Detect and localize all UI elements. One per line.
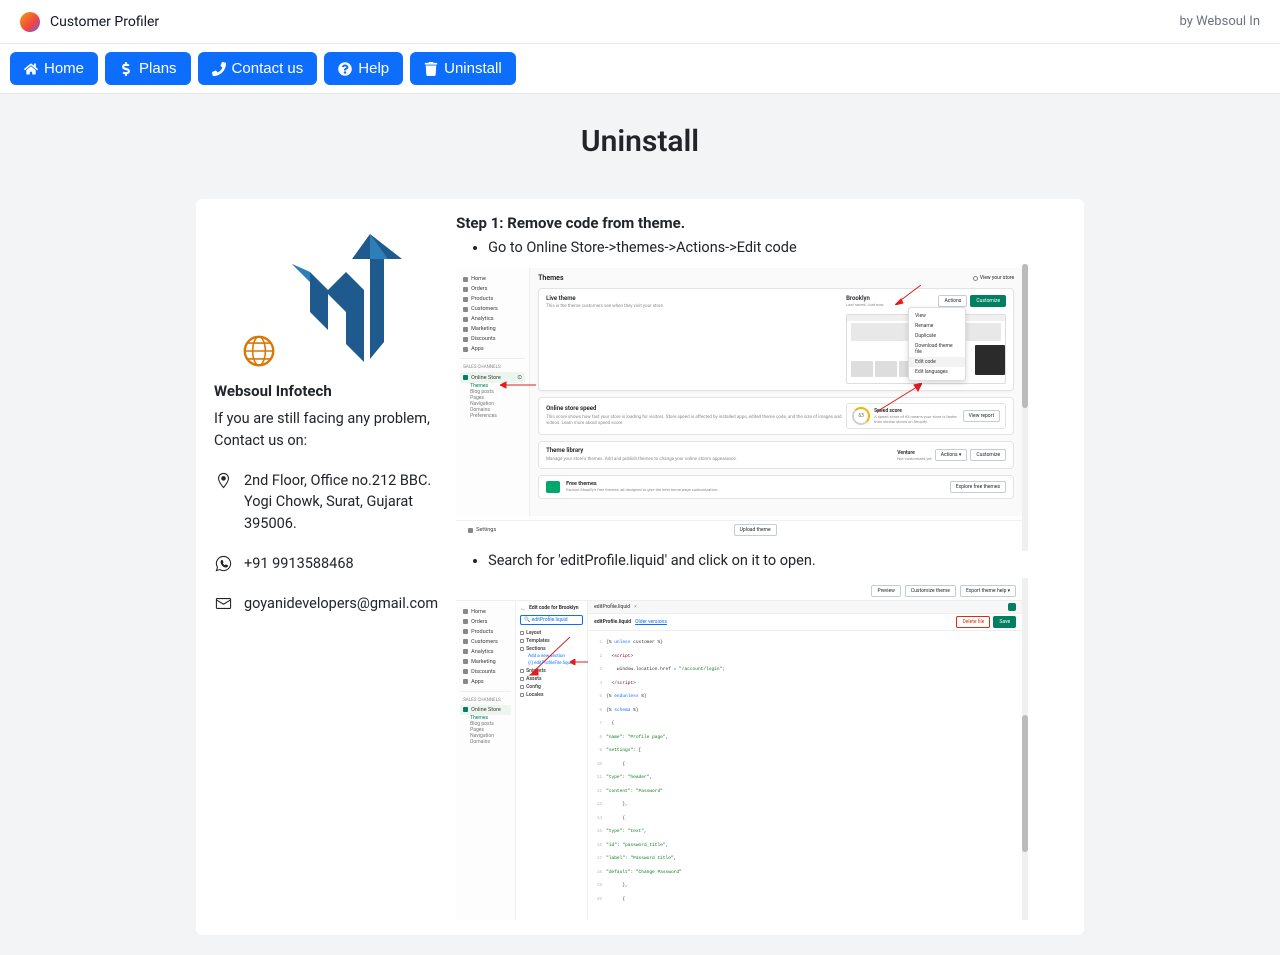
content-card: Websoul Infotech If you are still facing…	[196, 199, 1084, 935]
phone-icon	[212, 62, 226, 76]
nav-help-button[interactable]: Help	[324, 52, 403, 85]
nav-bar: Home Plans Contact us Help Uninstall	[0, 44, 1280, 94]
nav-home-button[interactable]: Home	[10, 52, 98, 85]
envelope-icon	[215, 595, 232, 612]
company-sidebar: Websoul Infotech If you are still facing…	[214, 214, 438, 920]
map-pin-icon	[215, 472, 232, 489]
trash-icon	[424, 62, 438, 76]
screenshot-themes: Home Orders Products Customers Analytics…	[456, 268, 1022, 541]
company-name: Websoul Infotech	[214, 382, 438, 400]
home-icon	[24, 62, 38, 76]
screenshot-editor: Preview Customize theme Export theme hel…	[456, 582, 1022, 921]
contact-email: goyanidevelopers@gmail.com	[214, 593, 438, 615]
nav-contact-button[interactable]: Contact us	[198, 52, 318, 85]
step1-item2: Search for 'editProfile.liquid' and clic…	[488, 551, 1066, 571]
contact-address: 2nd Floor, Office no.212 BBC. Yogi Chowk…	[214, 470, 438, 535]
app-credit: by Websoul In	[1179, 14, 1260, 29]
nav-uninstall-button[interactable]: Uninstall	[410, 52, 516, 85]
app-title: Customer Profiler	[50, 14, 159, 30]
company-blurb: If you are still facing any problem, Con…	[214, 408, 438, 452]
app-logo-icon	[20, 12, 40, 32]
company-logo-icon	[282, 214, 412, 374]
page-title: Uninstall	[0, 124, 1280, 159]
step1-item1: Go to Online Store->themes->Actions->Edi…	[488, 238, 1066, 258]
nav-plans-button[interactable]: Plans	[105, 52, 191, 85]
instructions-main: Step 1: Remove code from theme. Go to On…	[456, 214, 1066, 920]
contact-phone: +91 9913588468	[214, 553, 438, 575]
dollar-icon	[119, 62, 133, 76]
whatsapp-icon	[215, 555, 232, 572]
globe-icon	[240, 332, 278, 370]
app-header: Customer Profiler by Websoul In	[0, 0, 1280, 44]
step1-title: Step 1: Remove code from theme.	[456, 214, 1066, 232]
question-icon	[338, 62, 352, 76]
